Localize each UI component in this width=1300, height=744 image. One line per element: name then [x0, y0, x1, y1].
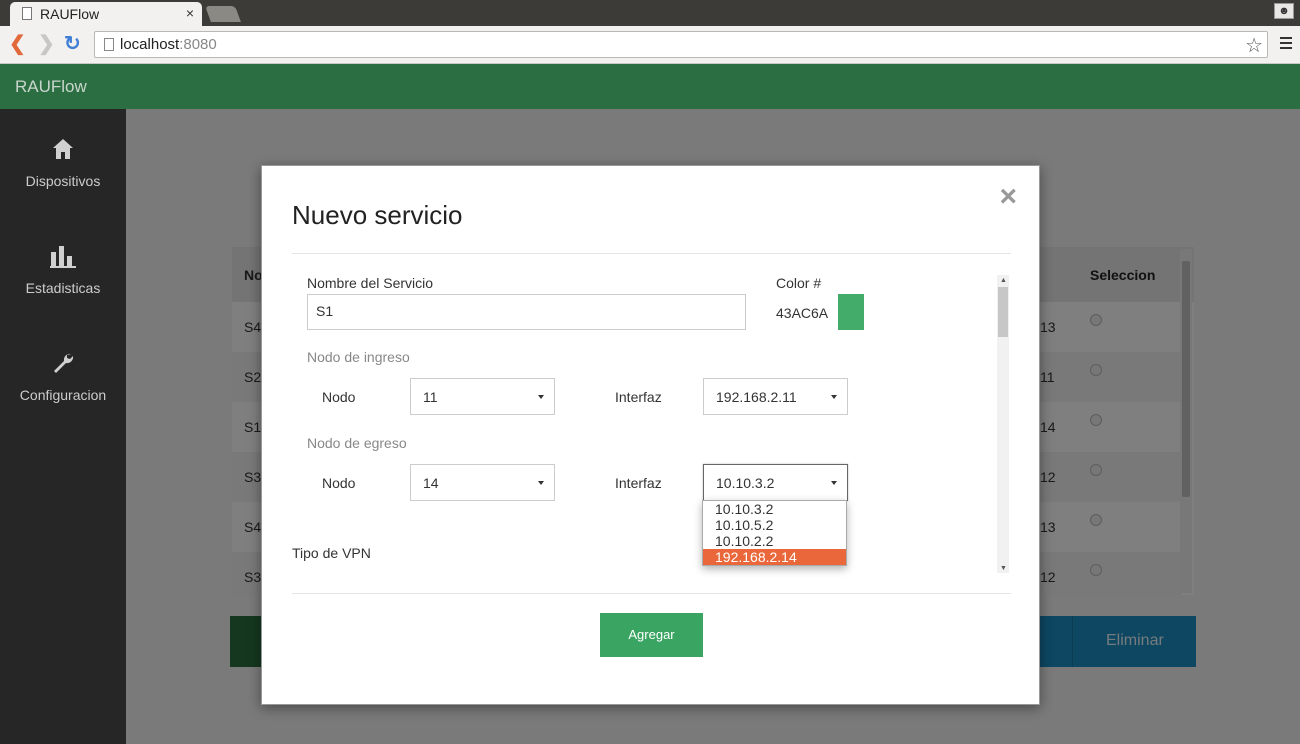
page-icon — [104, 38, 114, 51]
modal-scrollbar[interactable]: ▲ ▼ — [997, 275, 1009, 573]
home-icon — [0, 137, 126, 163]
chevron-down-icon — [831, 395, 837, 399]
sidebar: Dispositivos Estadisticas Configuracion — [0, 109, 126, 744]
vpn-type-label: Tipo de VPN — [292, 545, 371, 561]
select-value: 14 — [423, 475, 439, 491]
dropdown-option[interactable]: 10.10.5.2 — [703, 517, 846, 533]
app-header: RAUFlow — [0, 64, 1300, 109]
profile-icon[interactable]: ☻ — [1274, 3, 1294, 19]
browser-tab-title: RAUFlow — [40, 6, 100, 22]
sidebar-item-label: Estadisticas — [25, 280, 101, 296]
egress-node-label: Nodo — [322, 475, 356, 491]
url-host: localhost — [120, 36, 180, 53]
bar-chart-icon — [0, 244, 126, 270]
reload-icon[interactable]: ↻ — [64, 33, 81, 55]
browser-toolbar: ❮ ❯ ↻ localhost:8080 ☆ — [0, 26, 1300, 64]
address-url: localhost:8080 — [120, 36, 217, 53]
browser-menu-icon[interactable] — [1280, 37, 1292, 52]
chevron-down-icon — [538, 395, 544, 399]
service-name-label: Nombre del Servicio — [307, 275, 434, 291]
color-swatch[interactable] — [838, 294, 864, 330]
modal-title: Nuevo servicio — [292, 200, 463, 230]
chevron-down-icon — [831, 481, 837, 485]
chevron-down-icon — [538, 481, 544, 485]
tab-close-icon[interactable]: × — [186, 5, 194, 21]
dropdown-option-highlighted[interactable]: 192.168.2.14 — [703, 549, 846, 565]
egress-interface-select[interactable]: 10.10.3.2 — [703, 464, 848, 501]
interface-dropdown-list: 10.10.3.2 10.10.5.2 10.10.2.2 192.168.2.… — [702, 500, 847, 566]
scroll-down-icon[interactable]: ▼ — [1000, 565, 1007, 572]
egress-section-label: Nodo de egreso — [307, 435, 407, 451]
close-icon[interactable]: × — [999, 180, 1017, 214]
page-icon — [22, 7, 32, 20]
sidebar-item-configuracion[interactable]: Configuracion — [0, 351, 126, 403]
address-bar[interactable]: localhost:8080 ☆ — [94, 31, 1268, 58]
scroll-up-icon[interactable]: ▲ — [1000, 277, 1007, 284]
ingress-interface-select[interactable]: 192.168.2.11 — [703, 378, 848, 415]
egress-node-select[interactable]: 14 — [410, 464, 555, 501]
sidebar-item-estadisticas[interactable]: Estadisticas — [0, 244, 126, 296]
wrench-icon — [0, 351, 126, 377]
sidebar-item-label: Configuracion — [19, 387, 107, 403]
ingress-interface-label: Interfaz — [615, 389, 662, 405]
app-brand[interactable]: RAUFlow — [15, 77, 87, 97]
ingress-node-label: Nodo — [322, 389, 356, 405]
back-arrow-icon[interactable]: ❮ — [9, 33, 26, 55]
sidebar-item-dispositivos[interactable]: Dispositivos — [0, 137, 126, 189]
url-port: :8080 — [179, 36, 217, 53]
agregar-button[interactable]: Agregar — [600, 613, 703, 657]
select-value: 10.10.3.2 — [716, 475, 775, 491]
dropdown-option[interactable]: 10.10.3.2 — [703, 501, 846, 517]
new-tab-button[interactable] — [205, 6, 241, 22]
bookmark-star-icon[interactable]: ☆ — [1245, 33, 1263, 58]
ingress-section-label: Nodo de ingreso — [307, 349, 410, 365]
select-value: 192.168.2.11 — [716, 389, 797, 405]
dropdown-option[interactable]: 10.10.2.2 — [703, 533, 846, 549]
sidebar-item-label: Dispositivos — [25, 173, 101, 189]
egress-interface-label: Interfaz — [615, 475, 662, 491]
ingress-node-select[interactable]: 11 — [410, 378, 555, 415]
select-value: 11 — [423, 389, 438, 405]
new-service-modal: Nuevo servicio × Nombre del Servicio S1 … — [261, 165, 1040, 705]
color-label: Color # — [776, 275, 822, 291]
color-hex-input[interactable]: 43AC6A — [776, 305, 828, 321]
browser-tab[interactable]: RAUFlow × — [10, 2, 202, 26]
browser-tab-strip: RAUFlow × ☻ — [0, 0, 1300, 26]
service-name-input[interactable]: S1 — [307, 294, 746, 330]
scrollbar-thumb[interactable] — [998, 287, 1008, 337]
forward-arrow-icon[interactable]: ❯ — [38, 33, 55, 55]
divider — [292, 593, 1011, 594]
divider — [292, 253, 1011, 254]
